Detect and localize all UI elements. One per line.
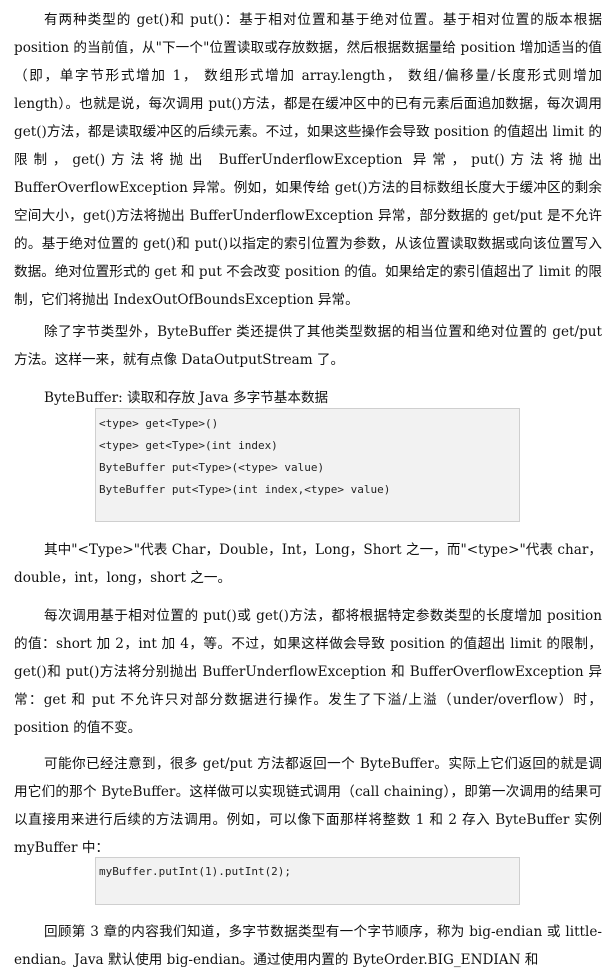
paragraph-relative-absolute: 有两种类型的 get()和 put()：基于相对位置和基于绝对位置。基于相对位置… — [14, 12, 602, 308]
code-line: <type> get<Type>(int index) — [99, 439, 278, 452]
paragraph-call-chaining: 可能你已经注意到，很多 get/put 方法都返回一个 ByteBuffer。实… — [14, 756, 602, 856]
code-line: ByteBuffer put<Type>(int index,<type> va… — [99, 483, 391, 496]
code-block-signatures: <type> get<Type>() <type> get<Type>(int … — [95, 408, 520, 522]
code-line: myBuffer.putInt(1).putInt(2); — [99, 865, 292, 878]
code-line: ByteBuffer put<Type>(<type> value) — [99, 461, 325, 474]
code-block-chaining: myBuffer.putInt(1).putInt(2); — [95, 857, 520, 905]
paragraph-byte-order: 回顾第 3 章的内容我们知道，多字节数据类型有一个字节顺序，称为 big-end… — [14, 924, 602, 968]
code-line: <type> get<Type>() — [99, 417, 219, 430]
paragraph-type-explanation: 其中"<Type>"代表 Char，Double，Int，Long，Short … — [14, 542, 602, 586]
paragraph-position-increment: 每次调用基于相对位置的 put()或 get()方法，都将根据特定参数类型的长度… — [14, 608, 602, 736]
paragraph-bytebuffer-types: 除了字节类型外，ByteBuffer 类还提供了其他类型数据的相当位置和绝对位置… — [14, 324, 602, 368]
document-page: 有两种类型的 get()和 put()：基于相对位置和基于绝对位置。基于相对位置… — [0, 0, 614, 977]
